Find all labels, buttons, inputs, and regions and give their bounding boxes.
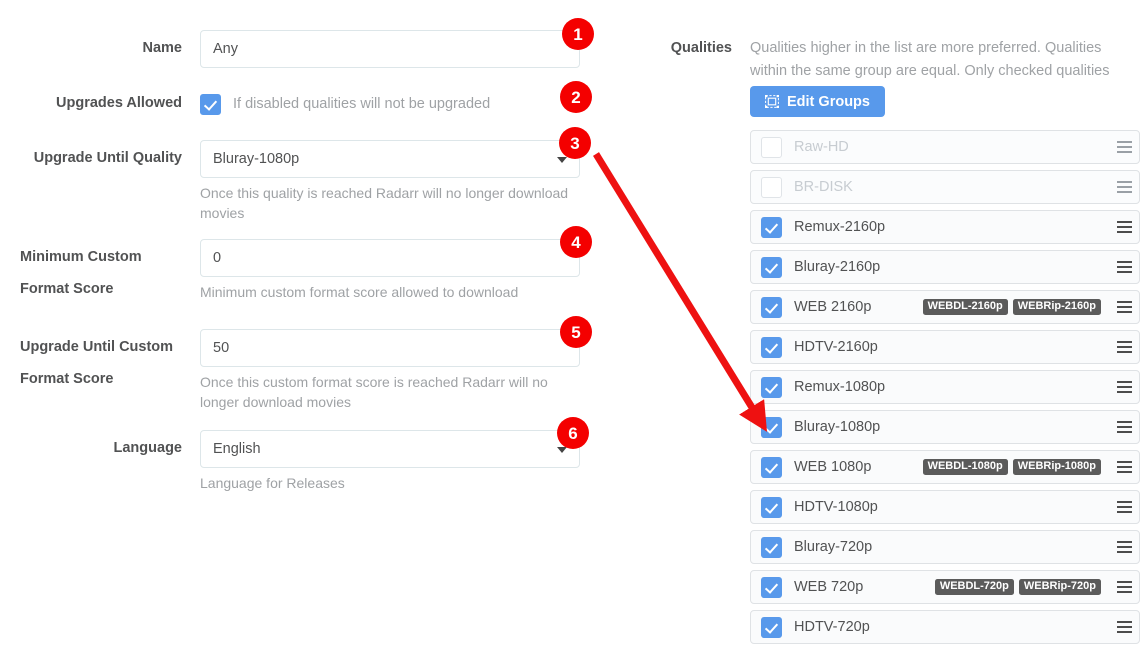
quality-name: Raw-HD	[794, 139, 849, 155]
quality-row[interactable]: Bluray-2160p	[750, 250, 1140, 284]
drag-handle-icon[interactable]	[1109, 370, 1139, 404]
upgrades-allowed-wrap: If disabled qualities will not be upgrad…	[200, 93, 580, 115]
upgrade-until-quality-wrap: Bluray-1080p Once this quality is reache…	[200, 140, 580, 223]
upgrade-until-custom-format-score-help: Once this custom format score is reached…	[200, 374, 548, 410]
quality-row[interactable]: Raw-HD	[750, 130, 1140, 164]
drag-handle-icon[interactable]	[1109, 130, 1139, 164]
quality-name: WEB 720p	[794, 579, 864, 595]
upgrades-allowed-checkbox-label: If disabled qualities will not be upgrad…	[233, 96, 491, 112]
upgrade-until-quality-select[interactable]: Bluray-1080p	[200, 140, 580, 178]
edit-groups-button[interactable]: Edit Groups	[750, 86, 885, 117]
label-name: Name	[142, 40, 183, 56]
label-upgrades-allowed: Upgrades Allowed	[56, 95, 182, 111]
quality-tag: WEBDL-720p	[934, 578, 1014, 596]
quality-name: Remux-2160p	[794, 219, 886, 235]
quality-row[interactable]: Bluray-720p	[750, 530, 1140, 564]
quality-row[interactable]: WEB 1080p WEBDL-1080p WEBRip-1080p	[750, 450, 1140, 484]
chevron-down-icon	[557, 447, 567, 453]
upgrades-allowed-checkbox[interactable]	[200, 93, 221, 115]
quality-tag: WEBDL-2160p	[922, 298, 1008, 316]
drag-handle-icon[interactable]	[1109, 210, 1139, 244]
drag-handle-icon[interactable]	[1109, 330, 1139, 364]
drag-handle-icon[interactable]	[1109, 450, 1139, 484]
name-input[interactable]	[200, 30, 580, 68]
language-help: Language for Releases	[200, 475, 345, 491]
drag-handle-icon[interactable]	[1109, 290, 1139, 324]
name-field-wrap	[200, 30, 580, 68]
quality-checkbox[interactable]	[761, 216, 782, 238]
qualities-panel: Qualities Qualities higher in the list a…	[650, 0, 1140, 647]
quality-checkbox[interactable]	[761, 296, 782, 318]
quality-checkbox[interactable]	[761, 176, 782, 198]
quality-row[interactable]: HDTV-1080p	[750, 490, 1140, 524]
quality-tag: WEBRip-2160p	[1012, 298, 1101, 316]
quality-name: Bluray-720p	[794, 539, 873, 555]
quality-checkbox[interactable]	[761, 536, 782, 558]
minimum-custom-format-score-help: Minimum custom format score allowed to d…	[200, 284, 519, 300]
label-upgrade-until-quality: Upgrade Until Quality	[33, 150, 182, 166]
label-upgrade-until-custom-format-score-line1: Upgrade Until Custom	[20, 339, 174, 355]
quality-row[interactable]: HDTV-720p	[750, 610, 1140, 644]
quality-row[interactable]: Bluray-1080p	[750, 410, 1140, 444]
drag-handle-icon[interactable]	[1109, 410, 1139, 444]
label-upgrade-until-custom-format-score-line2: Format Score	[20, 371, 114, 387]
language-wrap: English Language for Releases	[200, 430, 580, 493]
language-value: English	[200, 430, 580, 468]
quality-tag: WEBDL-1080p	[922, 458, 1008, 476]
drag-handle-icon[interactable]	[1109, 490, 1139, 524]
quality-name: BR-DISK	[794, 179, 853, 195]
quality-list: Raw-HD BR-DISK Remux-2160p Bluray-2160p WEB …	[750, 130, 1140, 650]
upgrades-allowed-checkbox-row[interactable]: If disabled qualities will not be upgrad…	[200, 93, 580, 115]
quality-name: HDTV-720p	[794, 619, 870, 635]
quality-name: Bluray-2160p	[794, 259, 881, 275]
label-minimum-custom-format-score-line2: Format Score	[20, 281, 114, 297]
quality-tag-group: WEBDL-1080p WEBRip-1080p	[922, 458, 1109, 476]
profile-form: Name Upgrades Allowed If disabled qualit…	[0, 0, 600, 647]
quality-name: WEB 2160p	[794, 299, 872, 315]
quality-tag: WEBRip-1080p	[1012, 458, 1101, 476]
quality-name: HDTV-2160p	[794, 339, 878, 355]
quality-row[interactable]: BR-DISK	[750, 170, 1140, 204]
quality-row[interactable]: Remux-2160p	[750, 210, 1140, 244]
minimum-custom-format-score-wrap: Minimum custom format score allowed to d…	[200, 239, 580, 302]
quality-checkbox[interactable]	[761, 456, 782, 478]
quality-checkbox[interactable]	[761, 376, 782, 398]
quality-row[interactable]: WEB 2160p WEBDL-2160p WEBRip-2160p	[750, 290, 1140, 324]
quality-row[interactable]: Remux-1080p	[750, 370, 1140, 404]
upgrade-until-quality-value: Bluray-1080p	[200, 140, 580, 178]
chevron-down-icon	[557, 157, 567, 163]
drag-handle-icon[interactable]	[1109, 170, 1139, 204]
label-language: Language	[113, 440, 182, 456]
quality-name: Remux-1080p	[794, 379, 886, 395]
drag-handle-icon[interactable]	[1109, 250, 1139, 284]
quality-tag-group: WEBDL-2160p WEBRip-2160p	[922, 298, 1109, 316]
quality-checkbox[interactable]	[761, 136, 782, 158]
label-qualities: Qualities	[670, 40, 732, 56]
quality-checkbox[interactable]	[761, 576, 782, 598]
upgrade-until-quality-help: Once this quality is reached Radarr will…	[200, 185, 569, 221]
quality-checkbox[interactable]	[761, 616, 782, 638]
quality-name: Bluray-1080p	[794, 419, 881, 435]
drag-handle-icon[interactable]	[1109, 610, 1139, 644]
drag-handle-icon[interactable]	[1109, 530, 1139, 564]
quality-row[interactable]: WEB 720p WEBDL-720p WEBRip-720p	[750, 570, 1140, 604]
quality-checkbox[interactable]	[761, 416, 782, 438]
quality-checkbox[interactable]	[761, 336, 782, 358]
quality-tag-group: WEBDL-720p WEBRip-720p	[934, 578, 1109, 596]
language-select[interactable]: English	[200, 430, 580, 468]
upgrade-until-custom-format-score-input[interactable]	[200, 329, 580, 367]
quality-checkbox[interactable]	[761, 256, 782, 278]
minimum-custom-format-score-input[interactable]	[200, 239, 580, 277]
edit-groups-button-label: Edit Groups	[787, 93, 870, 110]
quality-name: HDTV-1080p	[794, 499, 878, 515]
quality-tag: WEBRip-720p	[1018, 578, 1101, 596]
label-minimum-custom-format-score-line1: Minimum Custom	[20, 249, 142, 265]
quality-checkbox[interactable]	[761, 496, 782, 518]
quality-row[interactable]: HDTV-2160p	[750, 330, 1140, 364]
upgrade-until-custom-format-score-wrap: Once this custom format score is reached…	[200, 329, 580, 412]
object-group-icon	[765, 95, 779, 108]
drag-handle-icon[interactable]	[1109, 570, 1139, 604]
quality-name: WEB 1080p	[794, 459, 872, 475]
